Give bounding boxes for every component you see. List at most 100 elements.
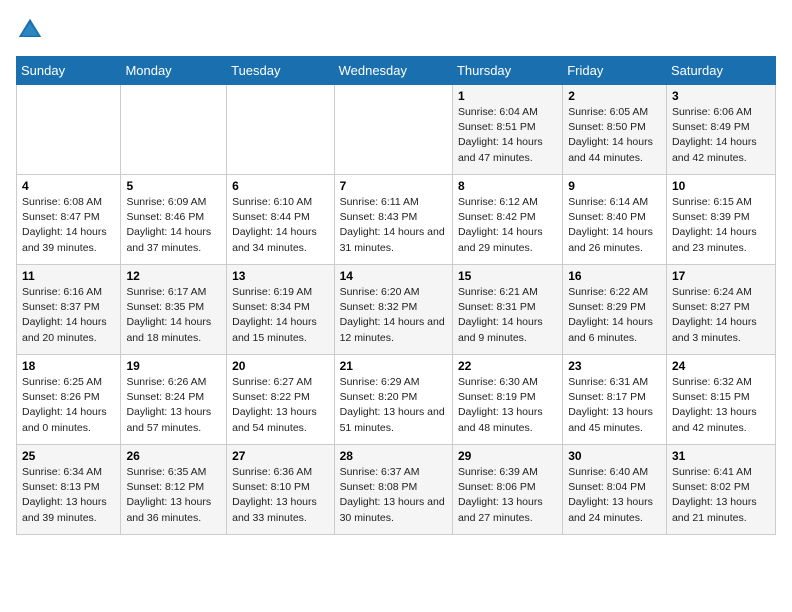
day-info: Sunrise: 6:24 AM Sunset: 8:27 PM Dayligh… [672, 285, 770, 346]
day-number: 26 [126, 449, 221, 463]
day-number: 9 [568, 179, 661, 193]
week-row-5: 25 Sunrise: 6:34 AM Sunset: 8:13 PM Dayli… [17, 445, 776, 535]
calendar-cell: 19 Sunrise: 6:26 AM Sunset: 8:24 PM Dayli… [121, 355, 227, 445]
day-info: Sunrise: 6:10 AM Sunset: 8:44 PM Dayligh… [232, 195, 328, 256]
header-thursday: Thursday [452, 57, 562, 85]
calendar-cell: 13 Sunrise: 6:19 AM Sunset: 8:34 PM Dayli… [227, 265, 334, 355]
day-number: 27 [232, 449, 328, 463]
day-info: Sunrise: 6:12 AM Sunset: 8:42 PM Dayligh… [458, 195, 557, 256]
day-number: 29 [458, 449, 557, 463]
header-friday: Friday [563, 57, 667, 85]
day-number: 6 [232, 179, 328, 193]
day-info: Sunrise: 6:21 AM Sunset: 8:31 PM Dayligh… [458, 285, 557, 346]
calendar-cell [17, 85, 121, 175]
day-number: 8 [458, 179, 557, 193]
day-info: Sunrise: 6:27 AM Sunset: 8:22 PM Dayligh… [232, 375, 328, 436]
day-number: 3 [672, 89, 770, 103]
header-row: SundayMondayTuesdayWednesdayThursdayFrid… [17, 57, 776, 85]
header-tuesday: Tuesday [227, 57, 334, 85]
page-header [16, 16, 776, 44]
calendar-cell: 14 Sunrise: 6:20 AM Sunset: 8:32 PM Dayli… [334, 265, 452, 355]
day-number: 7 [340, 179, 447, 193]
week-row-3: 11 Sunrise: 6:16 AM Sunset: 8:37 PM Dayli… [17, 265, 776, 355]
calendar-cell: 3 Sunrise: 6:06 AM Sunset: 8:49 PM Daylig… [666, 85, 775, 175]
header-monday: Monday [121, 57, 227, 85]
day-number: 30 [568, 449, 661, 463]
day-info: Sunrise: 6:22 AM Sunset: 8:29 PM Dayligh… [568, 285, 661, 346]
calendar-cell: 5Sunrise: 6:09 AM Sunset: 8:46 PM Daylig… [121, 175, 227, 265]
calendar-cell: 28 Sunrise: 6:37 AM Sunset: 8:08 PM Dayli… [334, 445, 452, 535]
day-number: 1 [458, 89, 557, 103]
day-number: 2 [568, 89, 661, 103]
day-info: Sunrise: 6:08 AM Sunset: 8:47 PM Dayligh… [22, 195, 115, 256]
day-info: Sunrise: 6:30 AM Sunset: 8:19 PM Dayligh… [458, 375, 557, 436]
calendar-cell: 23 Sunrise: 6:31 AM Sunset: 8:17 PM Dayli… [563, 355, 667, 445]
day-info: Sunrise: 6:14 AM Sunset: 8:40 PM Dayligh… [568, 195, 661, 256]
calendar-cell: 18 Sunrise: 6:25 AM Sunset: 8:26 PM Dayli… [17, 355, 121, 445]
calendar-cell: 30Sunrise: 6:40 AM Sunset: 8:04 PM Dayli… [563, 445, 667, 535]
day-info: Sunrise: 6:35 AM Sunset: 8:12 PM Dayligh… [126, 465, 221, 526]
calendar-cell: 27 Sunrise: 6:36 AM Sunset: 8:10 PM Dayli… [227, 445, 334, 535]
day-info: Sunrise: 6:31 AM Sunset: 8:17 PM Dayligh… [568, 375, 661, 436]
header-saturday: Saturday [666, 57, 775, 85]
day-number: 11 [22, 269, 115, 283]
calendar-cell: 1 Sunrise: 6:04 AM Sunset: 8:51 PM Daylig… [452, 85, 562, 175]
calendar-cell [334, 85, 452, 175]
day-number: 13 [232, 269, 328, 283]
calendar-cell: 21 Sunrise: 6:29 AM Sunset: 8:20 PM Dayli… [334, 355, 452, 445]
calendar-cell: 11 Sunrise: 6:16 AM Sunset: 8:37 PM Dayli… [17, 265, 121, 355]
day-info: Sunrise: 6:06 AM Sunset: 8:49 PM Dayligh… [672, 105, 770, 166]
day-info: Sunrise: 6:39 AM Sunset: 8:06 PM Dayligh… [458, 465, 557, 526]
day-info: Sunrise: 6:29 AM Sunset: 8:20 PM Dayligh… [340, 375, 447, 436]
calendar-cell: 20 Sunrise: 6:27 AM Sunset: 8:22 PM Dayli… [227, 355, 334, 445]
calendar-cell: 29 Sunrise: 6:39 AM Sunset: 8:06 PM Dayli… [452, 445, 562, 535]
day-info: Sunrise: 6:20 AM Sunset: 8:32 PM Dayligh… [340, 285, 447, 346]
calendar-cell: 2Sunrise: 6:05 AM Sunset: 8:50 PM Daylig… [563, 85, 667, 175]
calendar-cell [121, 85, 227, 175]
day-number: 19 [126, 359, 221, 373]
calendar-cell [227, 85, 334, 175]
day-number: 21 [340, 359, 447, 373]
day-number: 28 [340, 449, 447, 463]
calendar-cell: 17Sunrise: 6:24 AM Sunset: 8:27 PM Dayli… [666, 265, 775, 355]
calendar-cell: 4Sunrise: 6:08 AM Sunset: 8:47 PM Daylig… [17, 175, 121, 265]
day-number: 24 [672, 359, 770, 373]
day-info: Sunrise: 6:19 AM Sunset: 8:34 PM Dayligh… [232, 285, 328, 346]
day-info: Sunrise: 6:37 AM Sunset: 8:08 PM Dayligh… [340, 465, 447, 526]
day-number: 22 [458, 359, 557, 373]
week-row-2: 4Sunrise: 6:08 AM Sunset: 8:47 PM Daylig… [17, 175, 776, 265]
day-info: Sunrise: 6:34 AM Sunset: 8:13 PM Dayligh… [22, 465, 115, 526]
day-number: 10 [672, 179, 770, 193]
day-info: Sunrise: 6:25 AM Sunset: 8:26 PM Dayligh… [22, 375, 115, 436]
calendar-cell: 8 Sunrise: 6:12 AM Sunset: 8:42 PM Daylig… [452, 175, 562, 265]
day-number: 20 [232, 359, 328, 373]
day-info: Sunrise: 6:16 AM Sunset: 8:37 PM Dayligh… [22, 285, 115, 346]
calendar-cell: 24Sunrise: 6:32 AM Sunset: 8:15 PM Dayli… [666, 355, 775, 445]
day-number: 14 [340, 269, 447, 283]
day-number: 15 [458, 269, 557, 283]
calendar-cell: 31Sunrise: 6:41 AM Sunset: 8:02 PM Dayli… [666, 445, 775, 535]
day-number: 12 [126, 269, 221, 283]
day-info: Sunrise: 6:26 AM Sunset: 8:24 PM Dayligh… [126, 375, 221, 436]
day-info: Sunrise: 6:11 AM Sunset: 8:43 PM Dayligh… [340, 195, 447, 256]
calendar-table: SundayMondayTuesdayWednesdayThursdayFrid… [16, 56, 776, 535]
logo [16, 16, 48, 44]
day-number: 25 [22, 449, 115, 463]
calendar-cell: 7 Sunrise: 6:11 AM Sunset: 8:43 PM Daylig… [334, 175, 452, 265]
calendar-cell: 6 Sunrise: 6:10 AM Sunset: 8:44 PM Daylig… [227, 175, 334, 265]
day-number: 23 [568, 359, 661, 373]
day-info: Sunrise: 6:04 AM Sunset: 8:51 PM Dayligh… [458, 105, 557, 166]
calendar-cell: 26 Sunrise: 6:35 AM Sunset: 8:12 PM Dayli… [121, 445, 227, 535]
day-info: Sunrise: 6:15 AM Sunset: 8:39 PM Dayligh… [672, 195, 770, 256]
logo-icon [16, 16, 44, 44]
day-info: Sunrise: 6:41 AM Sunset: 8:02 PM Dayligh… [672, 465, 770, 526]
day-info: Sunrise: 6:17 AM Sunset: 8:35 PM Dayligh… [126, 285, 221, 346]
week-row-4: 18 Sunrise: 6:25 AM Sunset: 8:26 PM Dayli… [17, 355, 776, 445]
calendar-cell: 22 Sunrise: 6:30 AM Sunset: 8:19 PM Dayli… [452, 355, 562, 445]
header-wednesday: Wednesday [334, 57, 452, 85]
calendar-cell: 12 Sunrise: 6:17 AM Sunset: 8:35 PM Dayli… [121, 265, 227, 355]
day-number: 18 [22, 359, 115, 373]
calendar-cell: 9 Sunrise: 6:14 AM Sunset: 8:40 PM Daylig… [563, 175, 667, 265]
week-row-1: 1 Sunrise: 6:04 AM Sunset: 8:51 PM Daylig… [17, 85, 776, 175]
day-info: Sunrise: 6:36 AM Sunset: 8:10 PM Dayligh… [232, 465, 328, 526]
